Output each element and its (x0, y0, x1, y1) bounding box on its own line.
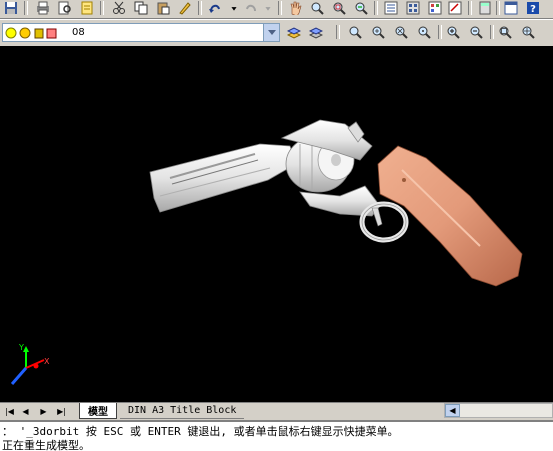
pan-icon[interactable] (286, 0, 304, 16)
copy-icon[interactable] (132, 0, 150, 16)
undo-dropdown-icon[interactable] (228, 0, 240, 16)
zoom-in-icon[interactable] (444, 24, 462, 40)
zoom-dynamic-icon[interactable] (369, 24, 387, 40)
ucs-x-label: X (44, 357, 50, 366)
standard-toolbar: ? (0, 0, 553, 19)
publish-icon[interactable] (78, 0, 96, 16)
cut-icon[interactable] (110, 0, 128, 16)
zoom-scale-icon[interactable] (392, 24, 410, 40)
layer-dropdown[interactable]: 08 (2, 23, 280, 42)
zoom-center-icon[interactable] (415, 24, 433, 40)
svg-text:?: ? (530, 4, 536, 15)
first-tab-icon[interactable]: |◀ (2, 405, 17, 418)
layer-dropdown-button[interactable] (263, 24, 279, 41)
command-line[interactable]: ： '_3dorbit 按 ESC 或 ENTER 键退出, 或者单击鼠标右键显… (0, 420, 553, 451)
design-center-icon[interactable] (404, 0, 422, 16)
zoom-previous-icon[interactable] (352, 0, 370, 16)
zoom-realtime-icon[interactable] (308, 0, 326, 16)
tab-model[interactable]: 模型 (79, 403, 117, 419)
zoom-window-icon[interactable] (330, 0, 348, 16)
zoom-extents-icon[interactable] (519, 24, 537, 40)
window-icon[interactable] (502, 0, 520, 16)
zoom-all-icon[interactable] (496, 24, 514, 40)
current-layer-name: 08 (72, 27, 85, 38)
last-tab-icon[interactable]: ▶| (54, 405, 69, 418)
horizontal-scrollbar[interactable]: ◀ (444, 403, 553, 418)
redo-dropdown-icon[interactable] (262, 0, 274, 16)
layer-state-icons (5, 27, 57, 39)
layers-toolbar: 08 (0, 19, 553, 47)
paste-icon[interactable] (154, 0, 172, 16)
markup-icon[interactable] (446, 0, 464, 16)
tab-layout[interactable]: DIN A3 Title Block (120, 403, 245, 419)
redo-icon[interactable] (242, 0, 260, 16)
properties-icon[interactable] (382, 0, 400, 16)
chevron-down-icon (267, 29, 276, 35)
drawing-viewport[interactable]: Y X (0, 46, 553, 402)
scroll-left-icon[interactable]: ◀ (445, 404, 460, 417)
tool-palette-icon[interactable] (426, 0, 444, 16)
calculator-icon[interactable] (476, 0, 494, 16)
zoom-window-icon[interactable] (346, 24, 364, 40)
prev-tab-icon[interactable]: ◀ (18, 405, 33, 418)
layer-previous-icon[interactable] (307, 24, 325, 40)
ucs-y-label: Y (18, 343, 24, 352)
match-properties-icon[interactable] (176, 0, 194, 16)
make-object-layer-current-icon[interactable] (285, 24, 303, 40)
save-icon[interactable] (2, 0, 20, 16)
ucs-icon (10, 346, 45, 385)
preview-icon[interactable] (56, 0, 74, 16)
help-icon[interactable]: ? (524, 0, 542, 16)
zoom-out-icon[interactable] (467, 24, 485, 40)
print-icon[interactable] (34, 0, 52, 16)
revolver-3d-model: Y X (10, 119, 523, 385)
undo-icon[interactable] (206, 0, 224, 16)
next-tab-icon[interactable]: ▶ (36, 405, 51, 418)
